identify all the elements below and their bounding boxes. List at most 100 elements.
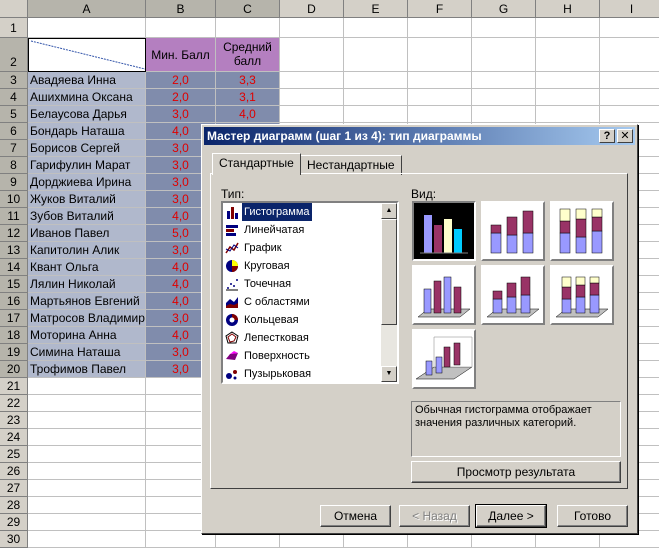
empty-cell[interactable]	[600, 72, 659, 89]
empty-cell[interactable]	[28, 446, 146, 463]
type-list-scrollbar[interactable]: ▲ ▼	[381, 203, 397, 382]
empty-cell[interactable]	[28, 497, 146, 514]
header-min-score[interactable]: Мин. Балл	[146, 38, 216, 72]
empty-cell[interactable]	[280, 18, 344, 38]
row-header-11[interactable]: 11	[0, 208, 28, 225]
row-header-16[interactable]: 16	[0, 293, 28, 310]
subtype-3d-stacked-column[interactable]	[481, 265, 545, 325]
student-name-cell[interactable]: Иванов Павел	[28, 225, 146, 242]
column-header-g[interactable]: G	[472, 0, 536, 18]
row-header-25[interactable]: 25	[0, 446, 28, 463]
chart-type-item[interactable]: Кольцевая	[223, 311, 383, 329]
empty-cell[interactable]	[600, 38, 659, 72]
row-header-30[interactable]: 30	[0, 531, 28, 548]
row-header-3[interactable]: 3	[0, 72, 28, 89]
select-all-corner[interactable]	[0, 0, 28, 18]
chart-type-item[interactable]: Круговая	[223, 257, 383, 275]
tab-custom[interactable]: Нестандартные	[300, 155, 402, 175]
min-score-cell[interactable]: 3,0	[146, 106, 216, 123]
chart-type-item[interactable]: Гистограмма	[223, 203, 383, 222]
back-button[interactable]: < Назад	[399, 505, 470, 527]
subtype-3d-column[interactable]	[412, 329, 476, 389]
student-name-cell[interactable]: Ашихмина Оксана	[28, 89, 146, 106]
empty-cell[interactable]	[408, 18, 472, 38]
row-header-28[interactable]: 28	[0, 497, 28, 514]
chart-type-item[interactable]: Поверхность	[223, 347, 383, 365]
row-header-14[interactable]: 14	[0, 259, 28, 276]
empty-cell[interactable]	[472, 89, 536, 106]
row-header-4[interactable]: 4	[0, 89, 28, 106]
empty-cell[interactable]	[472, 38, 536, 72]
empty-cell[interactable]	[146, 18, 216, 38]
empty-cell[interactable]	[600, 106, 659, 123]
average-score-cell[interactable]: 4,0	[216, 106, 280, 123]
subtype-3d-clustered-column[interactable]	[412, 265, 476, 325]
empty-cell[interactable]	[536, 89, 600, 106]
empty-cell[interactable]	[28, 395, 146, 412]
empty-cell[interactable]	[28, 531, 146, 548]
row-header-23[interactable]: 23	[0, 412, 28, 429]
student-name-cell[interactable]: Матросов Владимир	[28, 310, 146, 327]
average-score-cell[interactable]: 3,3	[216, 72, 280, 89]
empty-cell[interactable]	[600, 18, 659, 38]
row-header-7[interactable]: 7	[0, 140, 28, 157]
empty-cell[interactable]	[536, 72, 600, 89]
student-name-cell[interactable]: Зубов Виталий	[28, 208, 146, 225]
row-header-19[interactable]: 19	[0, 344, 28, 361]
preview-button[interactable]: Просмотр результата	[411, 461, 621, 483]
student-name-cell[interactable]: Лялин Николай	[28, 276, 146, 293]
tab-standard[interactable]: Стандартные	[212, 153, 301, 175]
student-name-cell[interactable]: Гарифулин Марат	[28, 157, 146, 174]
chart-type-item[interactable]: Точечная	[223, 275, 383, 293]
column-header-d[interactable]: D	[280, 0, 344, 18]
subtype-stacked-column[interactable]	[481, 201, 545, 261]
help-button[interactable]: ?	[599, 129, 615, 143]
row-header-26[interactable]: 26	[0, 463, 28, 480]
min-score-cell[interactable]: 2,0	[146, 72, 216, 89]
student-name-cell[interactable]: Авадяева Инна	[28, 72, 146, 89]
column-header-f[interactable]: F	[408, 0, 472, 18]
row-header-1[interactable]: 1	[0, 18, 28, 38]
row-header-13[interactable]: 13	[0, 242, 28, 259]
scroll-up-button[interactable]: ▲	[381, 203, 397, 219]
student-name-cell[interactable]: Трофимов Павел	[28, 361, 146, 378]
row-header-24[interactable]: 24	[0, 429, 28, 446]
column-header-b[interactable]: B	[146, 0, 216, 18]
chart-type-list[interactable]: Гистограмма Линейчатая График Круговая Точеч…	[221, 201, 399, 384]
diagonal-header-cell[interactable]	[28, 38, 146, 72]
row-header-9[interactable]: 9	[0, 174, 28, 191]
column-header-h[interactable]: H	[536, 0, 600, 18]
empty-cell[interactable]	[28, 18, 146, 38]
column-header-e[interactable]: E	[344, 0, 408, 18]
empty-cell[interactable]	[344, 38, 408, 72]
row-header-29[interactable]: 29	[0, 514, 28, 531]
empty-cell[interactable]	[280, 89, 344, 106]
empty-cell[interactable]	[472, 72, 536, 89]
empty-cell[interactable]	[536, 18, 600, 38]
empty-cell[interactable]	[344, 18, 408, 38]
cancel-button[interactable]: Отмена	[320, 505, 391, 527]
empty-cell[interactable]	[408, 72, 472, 89]
row-header-18[interactable]: 18	[0, 327, 28, 344]
header-average-score[interactable]: Средний балл	[216, 38, 280, 72]
chart-type-item[interactable]: График	[223, 239, 383, 257]
student-name-cell[interactable]: Моторина Анна	[28, 327, 146, 344]
empty-cell[interactable]	[536, 106, 600, 123]
row-header-6[interactable]: 6	[0, 123, 28, 140]
next-button[interactable]: Далее >	[475, 504, 547, 528]
empty-cell[interactable]	[344, 106, 408, 123]
min-score-cell[interactable]: 2,0	[146, 89, 216, 106]
empty-cell[interactable]	[280, 38, 344, 72]
student-name-cell[interactable]: Мартьянов Евгений	[28, 293, 146, 310]
row-header-27[interactable]: 27	[0, 480, 28, 497]
empty-cell[interactable]	[28, 429, 146, 446]
chart-type-item[interactable]: Пузырьковая	[223, 365, 383, 382]
row-header-5[interactable]: 5	[0, 106, 28, 123]
empty-cell[interactable]	[344, 72, 408, 89]
empty-cell[interactable]	[280, 72, 344, 89]
column-header-a[interactable]: A	[28, 0, 146, 18]
empty-cell[interactable]	[280, 106, 344, 123]
row-header-17[interactable]: 17	[0, 310, 28, 327]
empty-cell[interactable]	[28, 514, 146, 531]
student-name-cell[interactable]: Жуков Виталий	[28, 191, 146, 208]
